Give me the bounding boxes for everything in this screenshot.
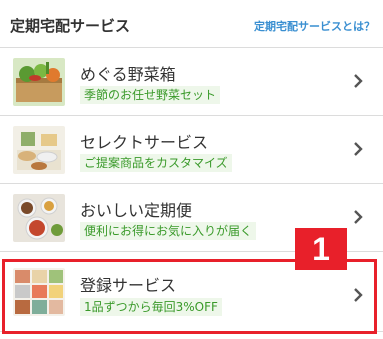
service-item-title: めぐる野菜箱 [80, 65, 176, 84]
service-item-title: セレクトサービス [80, 133, 209, 152]
annotation-step-badge: 1 [295, 228, 347, 270]
panel-header: 定期宅配サービス 定期宅配サービスとは？ [0, 0, 383, 48]
service-item-subtitle: 季節のお任せ野菜セット [80, 86, 221, 104]
service-item-subtitle: 便利にお得にお気に入りが届く [80, 222, 257, 240]
service-item-subtitle: ご提案商品をカスタマイズ [80, 154, 232, 172]
registration-service-photo [13, 268, 65, 316]
service-item-select[interactable]: セレクトサービス ご提案商品をカスタマイズ [0, 116, 383, 184]
service-item-title: おいしい定期便 [80, 201, 193, 220]
vegetable-box-photo [13, 58, 65, 106]
panel-title: 定期宅配サービス [10, 17, 131, 35]
select-service-photo [13, 126, 65, 174]
service-item-registration[interactable]: 登録サービス 1品ずつから毎回3%OFF [0, 262, 383, 332]
chevron-right-icon [354, 288, 363, 302]
service-item-vegetable-box[interactable]: めぐる野菜箱 季節のお任せ野菜セット [0, 48, 383, 116]
about-subscription-link[interactable]: 定期宅配サービスとは？ [254, 18, 375, 34]
regular-delivery-photo [13, 194, 65, 242]
subscription-services-panel: 定期宅配サービス 定期宅配サービスとは？ めぐる野菜箱 季節のお任せ野菜セット [0, 0, 383, 339]
chevron-right-icon [354, 74, 363, 88]
service-item-subtitle: 1品ずつから毎回3%OFF [80, 298, 222, 316]
chevron-right-icon [354, 142, 363, 156]
service-item-title: 登録サービス [80, 276, 177, 295]
chevron-right-icon [354, 210, 363, 224]
